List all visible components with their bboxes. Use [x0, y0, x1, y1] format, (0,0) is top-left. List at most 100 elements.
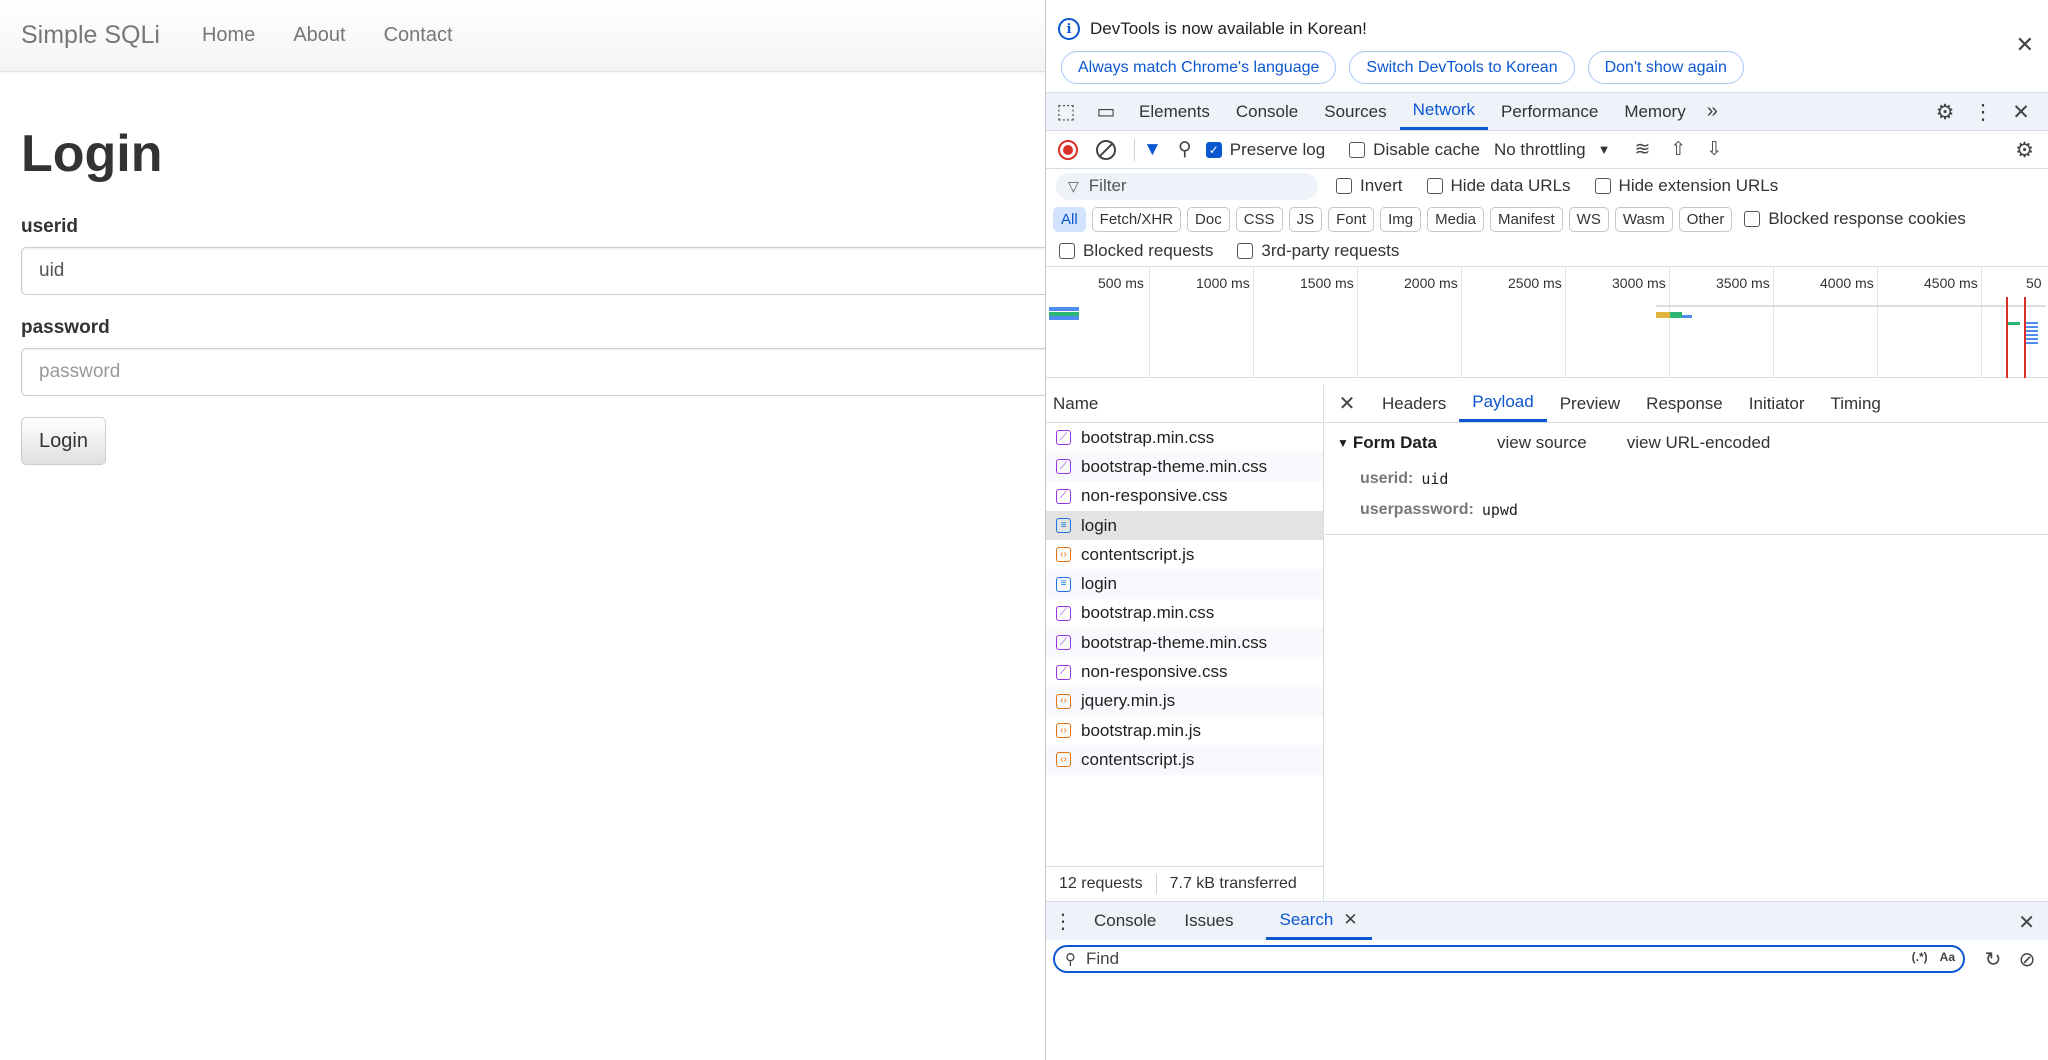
kebab-menu-icon[interactable]: ⋮ [1964, 100, 2002, 125]
disable-cache-checkbox[interactable] [1349, 141, 1366, 158]
nav-about[interactable]: About [293, 24, 345, 47]
clear-icon[interactable] [1096, 139, 1116, 160]
tab-console[interactable]: Console [1223, 93, 1311, 130]
match-case-toggle[interactable]: Aa [1940, 950, 1955, 964]
match-language-button[interactable]: Always match Chrome's language [1061, 51, 1337, 84]
hide-extension-urls-checkbox[interactable] [1594, 178, 1611, 194]
request-row[interactable]: ⟋ non-responsive.css [1046, 657, 1323, 686]
hide-data-urls-checkbox[interactable] [1426, 178, 1443, 194]
type-media[interactable]: Media [1427, 206, 1484, 232]
tab-preview[interactable]: Preview [1547, 385, 1633, 422]
request-row[interactable]: ⟋ non-responsive.css [1046, 482, 1323, 511]
request-row[interactable]: ‹› contentscript.js [1046, 745, 1323, 775]
request-name: contentscript.js [1081, 544, 1195, 564]
blocked-response-cookies-checkbox[interactable] [1744, 211, 1761, 227]
more-tabs-icon[interactable]: » [1699, 93, 1726, 130]
tab-performance[interactable]: Performance [1488, 93, 1611, 130]
type-wasm[interactable]: Wasm [1614, 206, 1673, 232]
tab-memory[interactable]: Memory [1611, 93, 1698, 130]
request-row[interactable]: ≡ login [1046, 569, 1323, 599]
form-data-header[interactable]: ▼ Form Data view source view URL-encoded [1325, 423, 2048, 463]
close-icon[interactable]: ✕ [2016, 32, 2034, 58]
record-stop-icon[interactable] [1058, 139, 1078, 160]
settings-gear-icon[interactable]: ⚙ [1926, 100, 1964, 125]
view-source-link[interactable]: view source [1497, 433, 1587, 453]
network-conditions-icon[interactable]: ≋ [1635, 138, 1651, 161]
close-tab-icon[interactable]: ✕ [1343, 910, 1357, 930]
filter-input[interactable]: ▽ Filter [1056, 172, 1318, 200]
find-input[interactable] [1086, 949, 1846, 969]
timeline-bar [1049, 307, 1079, 311]
tab-initiator[interactable]: Initiator [1736, 385, 1818, 422]
throttling-select[interactable]: No throttling [1494, 140, 1586, 160]
drawer-menu-icon[interactable]: ⋮ [1046, 902, 1080, 940]
type-font[interactable]: Font [1328, 206, 1375, 232]
nav-home[interactable]: Home [202, 24, 255, 47]
tab-payload[interactable]: Payload [1459, 385, 1547, 422]
close-devtools-icon[interactable]: ✕ [2002, 100, 2040, 125]
type-css[interactable]: CSS [1235, 206, 1283, 232]
password-input[interactable] [21, 348, 1045, 396]
timeline-tick [1773, 267, 1774, 378]
inspect-element-icon[interactable]: ⬚ [1046, 93, 1086, 130]
type-doc[interactable]: Doc [1187, 206, 1230, 232]
tab-headers[interactable]: Headers [1369, 385, 1459, 422]
nav-contact[interactable]: Contact [384, 24, 453, 47]
request-row[interactable]: ≡ login [1046, 510, 1323, 541]
regex-toggle[interactable]: (.*) [1912, 950, 1928, 964]
request-row[interactable]: ‹› bootstrap.min.js [1046, 716, 1323, 745]
tab-timing[interactable]: Timing [1817, 385, 1893, 422]
close-drawer-icon[interactable]: ✕ [2018, 910, 2035, 935]
preserve-log-checkbox[interactable]: ✓ [1205, 141, 1222, 158]
tab-elements[interactable]: Elements [1126, 93, 1223, 130]
type-all[interactable]: All [1053, 206, 1086, 232]
type-fetch-xhr[interactable]: Fetch/XHR [1091, 206, 1182, 232]
type-manifest[interactable]: Manifest [1489, 206, 1563, 232]
network-overview-timeline[interactable]: 500 ms 1000 ms 1500 ms 2000 ms 2500 ms 3… [1046, 267, 2048, 378]
close-detail-icon[interactable]: ✕ [1325, 385, 1369, 422]
request-row[interactable]: ‹› jquery.min.js [1046, 686, 1323, 716]
clear-search-icon[interactable]: ⊘ [2010, 947, 2044, 972]
tab-network[interactable]: Network [1399, 93, 1488, 130]
invert-checkbox[interactable] [1336, 178, 1352, 194]
device-toolbar-icon[interactable]: ▭ [1086, 93, 1126, 130]
type-js[interactable]: JS [1288, 206, 1323, 232]
drawer-tab-issues[interactable]: Issues [1170, 902, 1247, 940]
request-row[interactable]: ⟋ bootstrap.min.css [1046, 423, 1323, 452]
refresh-icon[interactable]: ↻ [1976, 947, 2010, 972]
name-column-header[interactable]: Name [1046, 385, 1323, 423]
brand-link[interactable]: Simple SQLi [21, 21, 160, 50]
login-button[interactable]: Login [21, 417, 106, 465]
request-row[interactable]: ⟋ bootstrap-theme.min.css [1046, 452, 1323, 482]
dont-show-again-button[interactable]: Don't show again [1587, 51, 1744, 84]
invert-label: Invert [1360, 176, 1403, 195]
filter-funnel-icon[interactable]: ▼ [1143, 139, 1162, 161]
request-name: login [1081, 515, 1117, 535]
view-url-encoded-link[interactable]: view URL-encoded [1627, 433, 1771, 453]
search-icon[interactable]: ⚲ [1178, 138, 1192, 161]
tab-response[interactable]: Response [1633, 385, 1736, 422]
drawer-tab-console[interactable]: Console [1080, 902, 1170, 940]
drawer-tab-search[interactable]: Search ✕ [1265, 902, 1372, 940]
switch-korean-button[interactable]: Switch DevTools to Korean [1349, 51, 1575, 84]
type-other[interactable]: Other [1678, 206, 1733, 232]
request-row[interactable]: ‹› contentscript.js [1046, 540, 1323, 569]
tab-sources[interactable]: Sources [1311, 93, 1399, 130]
import-har-icon[interactable]: ⇧ [1670, 138, 1686, 161]
css-file-icon: ⟋ [1056, 605, 1071, 621]
form-data-title: Form Data [1352, 433, 1437, 452]
userid-input[interactable] [21, 247, 1045, 295]
request-row[interactable]: ⟋ bootstrap-theme.min.css [1046, 628, 1323, 658]
type-img[interactable]: Img [1380, 206, 1422, 232]
find-box[interactable]: ⚲ (.*) Aa [1053, 945, 1965, 973]
expand-triangle-icon[interactable]: ▼ [1337, 436, 1349, 450]
third-party-requests-checkbox[interactable] [1237, 242, 1254, 259]
request-name: bootstrap.min.css [1081, 427, 1215, 447]
export-har-icon[interactable]: ⇩ [1706, 138, 1722, 161]
blocked-requests-checkbox[interactable] [1059, 242, 1075, 259]
request-row[interactable]: ⟋ bootstrap.min.css [1046, 599, 1323, 628]
form-field-value: uid [1421, 469, 1449, 488]
chevron-down-icon[interactable]: ▼ [1598, 142, 1611, 157]
network-settings-icon[interactable]: ⚙ [2015, 138, 2034, 163]
type-ws[interactable]: WS [1568, 206, 1609, 232]
